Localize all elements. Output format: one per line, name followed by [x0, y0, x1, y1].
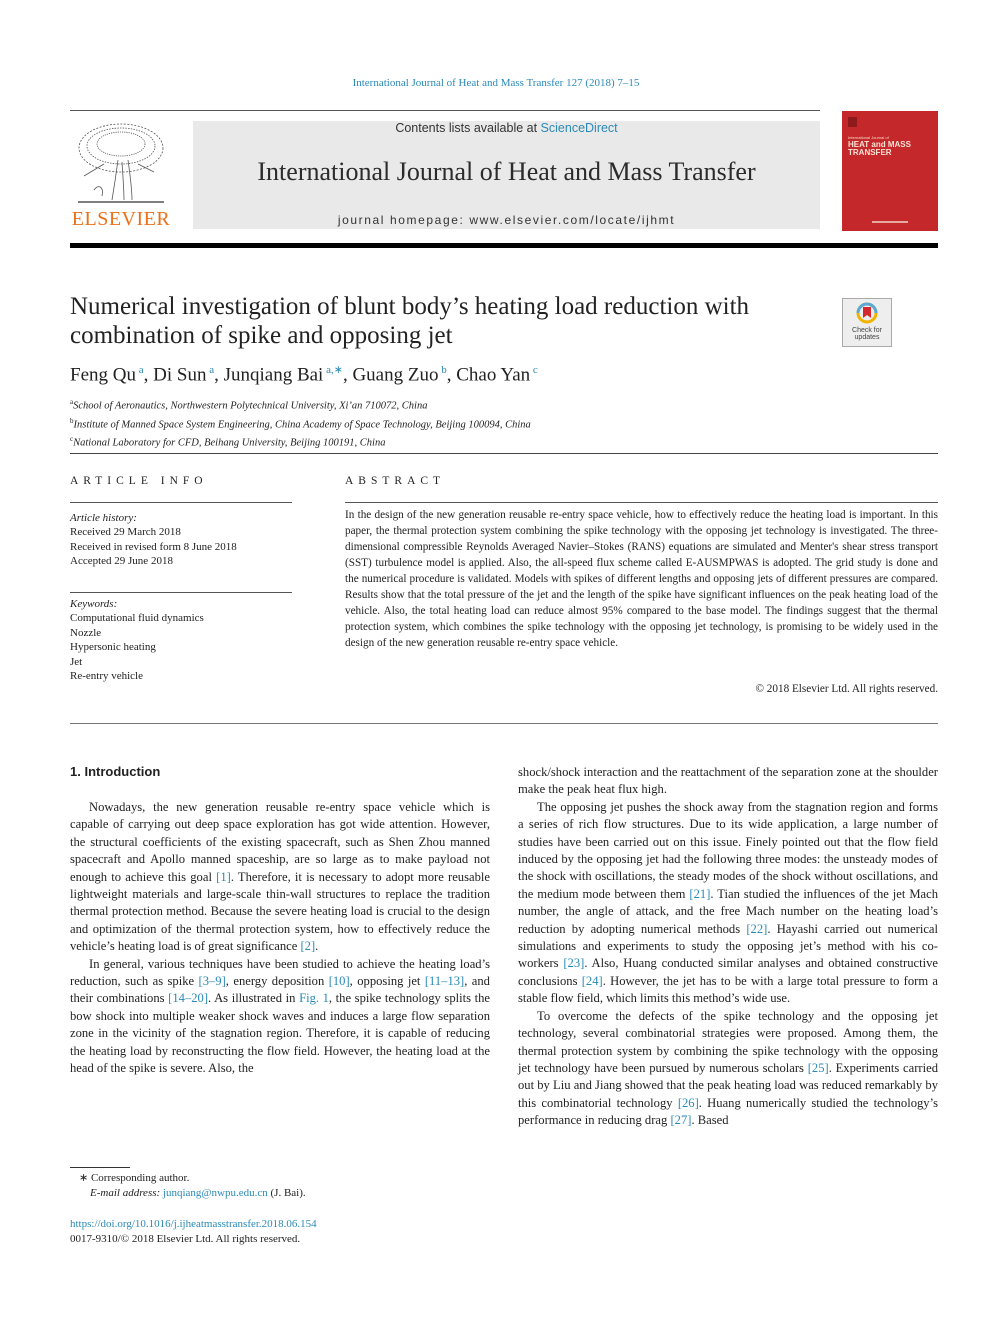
sciencedirect-link[interactable]: ScienceDirect [541, 121, 618, 135]
body-paragraph: To overcome the defects of the spike tec… [518, 1008, 938, 1128]
citation-link[interactable]: [25] [808, 1061, 829, 1075]
cover-emblem-icon [848, 117, 857, 127]
elsevier-logo[interactable]: ELSEVIER [70, 120, 172, 232]
footnote: ∗ Corresponding author. E-mail address: … [79, 1172, 306, 1199]
top-rule [70, 110, 820, 111]
citation-link[interactable]: [26] [678, 1096, 699, 1110]
journal-masthead: Contents lists available at ScienceDirec… [193, 121, 820, 229]
history-revised: Received in revised form 8 June 2018 [70, 540, 237, 553]
email-label: E-mail address: [90, 1187, 161, 1199]
keyword: Computational fluid dynamics [70, 612, 204, 625]
email-link[interactable]: junqiang@nwpu.edu.cn [163, 1187, 268, 1199]
doi-link[interactable]: https://doi.org/10.1016/j.ijheatmasstran… [70, 1217, 317, 1232]
body-paragraph: In general, various techniques have been… [70, 956, 490, 1076]
check-updates-icon [856, 302, 878, 324]
keywords: Keywords: Computational fluid dynamics N… [70, 597, 204, 683]
keyword: Jet [70, 655, 83, 668]
keyword: Re-entry vehicle [70, 670, 143, 683]
citation-link[interactable]: [11–13] [425, 974, 464, 988]
keywords-label: Keywords: [70, 598, 118, 610]
author-affiliation-marker[interactable]: a [136, 364, 144, 376]
journal-name: International Journal of Heat and Mass T… [257, 157, 756, 186]
divider [70, 723, 938, 724]
history-received: Received 29 March 2018 [70, 526, 181, 539]
footnote-rule [70, 1167, 130, 1168]
citation-link[interactable]: [22] [746, 922, 767, 936]
citation-link[interactable]: [23] [563, 956, 584, 970]
author-affiliation-marker[interactable]: a [206, 364, 214, 376]
body-left-column: Nowadays, the new generation reusable re… [70, 799, 490, 1078]
contents-line: Contents lists available at ScienceDirec… [395, 121, 618, 135]
cover-footer [872, 221, 908, 223]
journal-cover[interactable]: International Journal of HEAT and MASS T… [842, 111, 938, 231]
keyword: Nozzle [70, 626, 102, 639]
article-history-label: Article history: [70, 512, 137, 524]
author-name[interactable]: Chao Yan [456, 364, 530, 385]
affiliation: bInstitute of Manned Space System Engine… [70, 416, 531, 431]
divider [70, 502, 292, 503]
affiliation: cNational Laboratory for CFD, Beihang Un… [70, 435, 386, 449]
abstract-copyright: © 2018 Elsevier Ltd. All rights reserved… [755, 683, 939, 695]
homepage-link[interactable]: www.elsevier.com/locate/ijhmt [469, 213, 675, 227]
citation-link[interactable]: [14–20] [168, 991, 208, 1005]
running-head[interactable]: International Journal of Heat and Mass T… [0, 77, 992, 89]
author-list: Feng Qu a, Di Sun a, Junqiang Bai a,∗, G… [70, 364, 538, 386]
citation-link[interactable]: [10] [329, 974, 350, 988]
citation-link[interactable]: [27] [670, 1113, 691, 1127]
header-thick-rule [70, 243, 938, 248]
body-paragraph: shock/shock interaction and the reattach… [518, 765, 938, 797]
citation-link[interactable]: [2] [300, 939, 315, 953]
citation-link[interactable]: [3–9] [199, 974, 226, 988]
issn-line: 0017-9310/© 2018 Elsevier Ltd. All right… [70, 1233, 301, 1245]
journal-homepage: journal homepage: www.elsevier.com/locat… [337, 213, 676, 227]
abstract-heading: ABSTRACT [345, 475, 446, 487]
divider [70, 592, 292, 593]
figure-link[interactable]: Fig. 1 [299, 991, 329, 1005]
author-affiliation-marker[interactable]: a,∗ [323, 364, 343, 376]
author-name[interactable]: Feng Qu [70, 364, 136, 385]
body-right-column: shock/shock interaction and the reattach… [518, 764, 938, 1130]
cover-title: HEAT and MASS TRANSFER [848, 140, 911, 157]
body-paragraph: Nowadays, the new generation reusable re… [70, 800, 490, 954]
citation-link[interactable]: [24] [582, 974, 603, 988]
affiliations: aSchool of Aeronautics, Northwestern Pol… [70, 395, 531, 451]
author-name[interactable]: Di Sun [153, 364, 206, 385]
elsevier-wordmark: ELSEVIER [71, 208, 171, 230]
keyword: Hypersonic heating [70, 641, 156, 654]
history-accepted: Accepted 29 June 2018 [70, 555, 173, 568]
body-paragraph: The opposing jet pushes the shock away f… [518, 799, 939, 1006]
divider [70, 453, 938, 454]
section-heading: 1. Introduction [70, 764, 161, 779]
citation-link[interactable]: [21] [689, 887, 710, 901]
divider [345, 502, 938, 503]
author-affiliation-marker[interactable]: b [438, 364, 447, 376]
corresponding-author-note: Corresponding author. [90, 1172, 190, 1184]
author-name[interactable]: Guang Zuo [352, 364, 438, 385]
doi-block: https://doi.org/10.1016/j.ijheatmasstran… [70, 1217, 317, 1247]
affiliation: aSchool of Aeronautics, Northwestern Pol… [70, 398, 428, 412]
article-title: Numerical investigation of blunt body’s … [70, 293, 750, 349]
abstract-text: In the design of the new generation reus… [345, 509, 938, 649]
elsevier-tree-icon [78, 123, 164, 203]
citation-link[interactable]: [1] [216, 870, 231, 884]
author-affiliation-marker[interactable]: c [530, 364, 538, 376]
article-history: Article history: Received 29 March 2018 … [70, 511, 237, 569]
author-name[interactable]: Junqiang Bai [224, 364, 324, 385]
check-updates-label: Check for updates [852, 327, 882, 341]
article-info-heading: ARTICLE INFO [70, 475, 208, 487]
check-for-updates-button[interactable]: Check for updates [842, 298, 892, 347]
